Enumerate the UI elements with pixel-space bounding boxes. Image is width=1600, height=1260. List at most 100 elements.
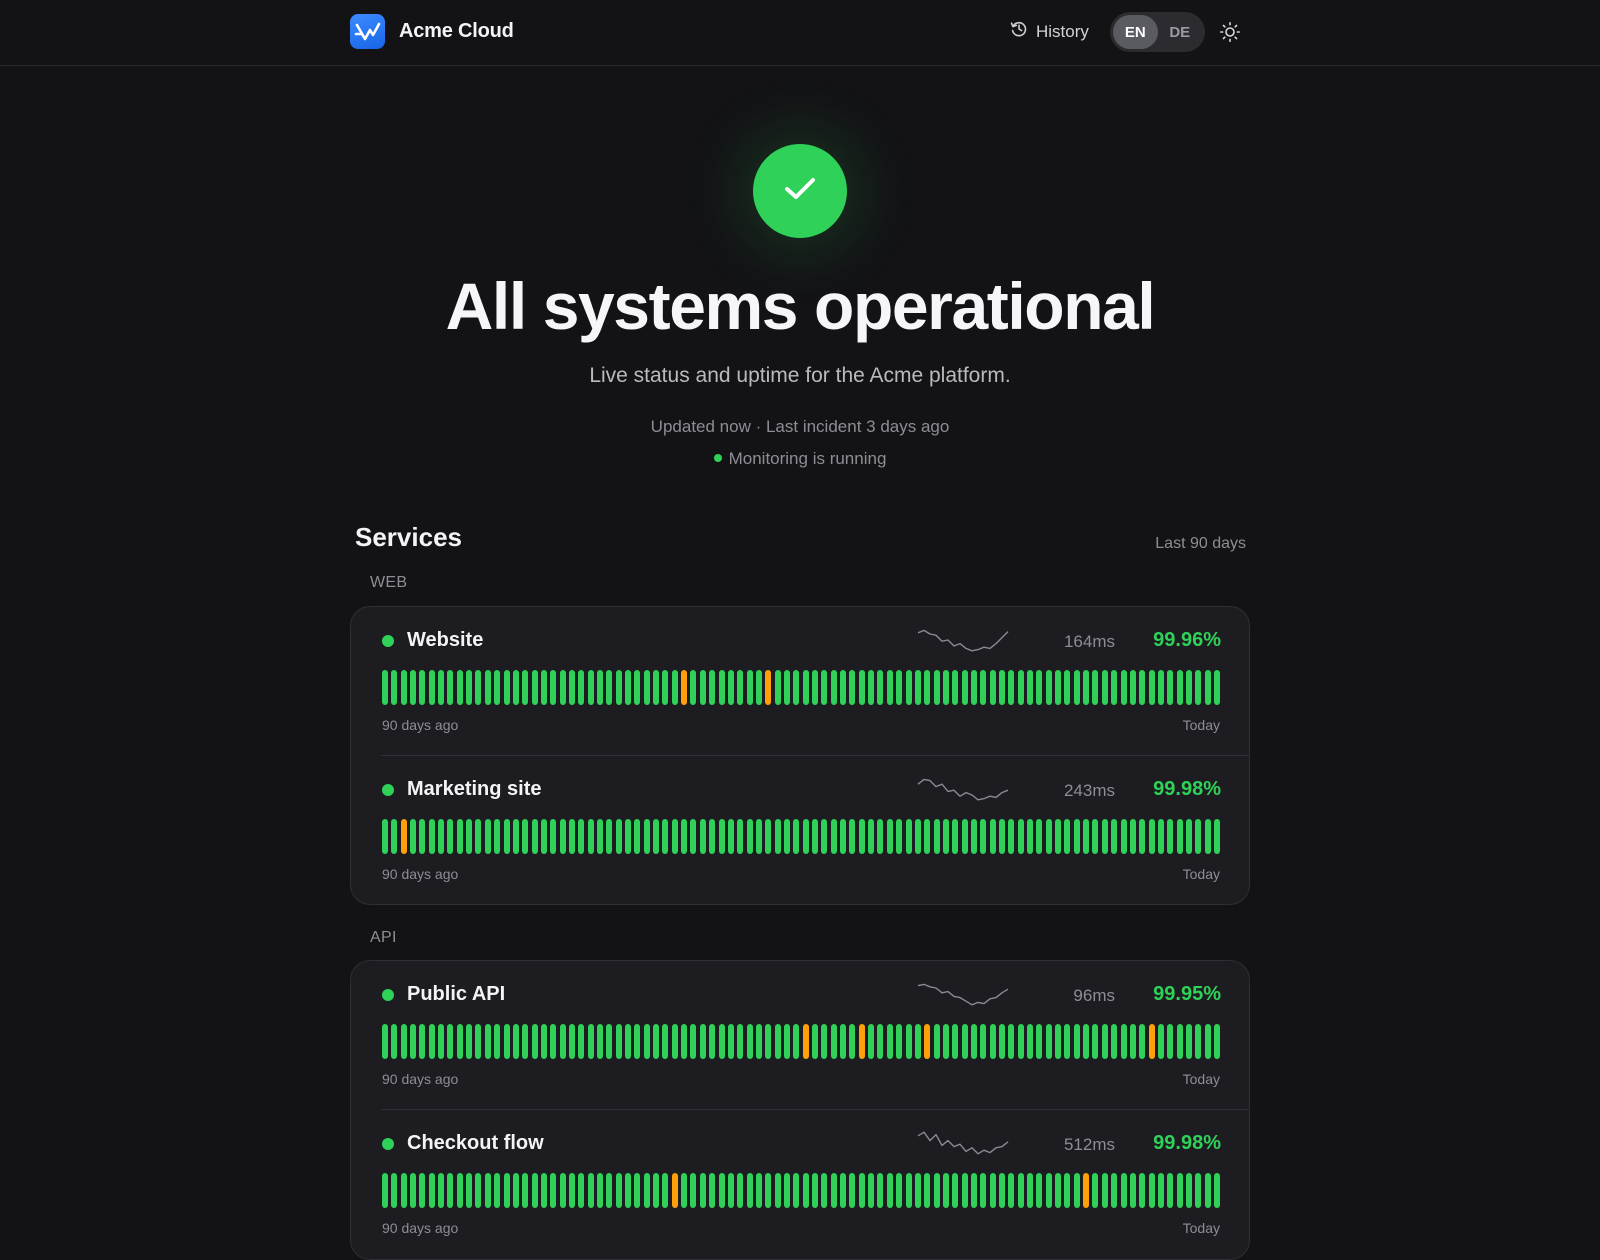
uptime-day-bar[interactable] bbox=[1176, 670, 1183, 705]
uptime-day-bar[interactable] bbox=[849, 670, 856, 705]
uptime-day-bar[interactable] bbox=[690, 670, 697, 705]
uptime-day-bar[interactable] bbox=[1157, 670, 1164, 705]
uptime-day-bar[interactable] bbox=[1008, 670, 1015, 705]
uptime-day-bar[interactable] bbox=[1214, 1173, 1220, 1208]
uptime-day-bar[interactable] bbox=[540, 670, 547, 705]
uptime-day-bar[interactable] bbox=[597, 819, 603, 854]
uptime-day-bar[interactable] bbox=[1036, 1173, 1043, 1208]
uptime-day-bar[interactable] bbox=[1017, 819, 1024, 854]
uptime-day-bar[interactable] bbox=[428, 1173, 435, 1208]
uptime-day-bar[interactable] bbox=[1120, 1173, 1127, 1208]
uptime-day-bar[interactable] bbox=[681, 1173, 688, 1208]
uptime-day-bar[interactable] bbox=[1139, 1024, 1146, 1059]
uptime-day-bar[interactable] bbox=[1083, 819, 1090, 854]
uptime-day-bar[interactable] bbox=[1073, 670, 1080, 705]
uptime-day-bar[interactable] bbox=[840, 670, 847, 705]
uptime-day-bar[interactable] bbox=[793, 1173, 800, 1208]
uptime-day-bar[interactable] bbox=[671, 819, 678, 854]
uptime-day-bar[interactable] bbox=[671, 670, 678, 705]
uptime-day-bar[interactable] bbox=[877, 819, 884, 854]
uptime-day-bar[interactable] bbox=[391, 1024, 398, 1059]
uptime-day-bar[interactable] bbox=[774, 670, 781, 705]
uptime-day-bar[interactable] bbox=[1017, 1173, 1024, 1208]
uptime-day-bar[interactable] bbox=[1148, 1173, 1155, 1208]
uptime-day-bar[interactable] bbox=[1129, 1173, 1136, 1208]
uptime-day-bar[interactable] bbox=[998, 1173, 1005, 1208]
uptime-day-bar[interactable] bbox=[1027, 819, 1034, 854]
uptime-day-bar[interactable] bbox=[821, 1173, 828, 1208]
uptime-day-bar[interactable] bbox=[1157, 1024, 1164, 1059]
uptime-day-bar[interactable] bbox=[812, 1024, 819, 1059]
uptime-day-bar[interactable] bbox=[625, 819, 632, 854]
uptime-day-bar[interactable] bbox=[849, 819, 856, 854]
uptime-day-bar[interactable] bbox=[1092, 670, 1099, 705]
uptime-day-bar[interactable] bbox=[1148, 670, 1155, 705]
uptime-day-bar[interactable] bbox=[1027, 670, 1034, 705]
uptime-day-bar[interactable] bbox=[1185, 670, 1192, 705]
uptime-day-bar[interactable] bbox=[1185, 1173, 1192, 1208]
uptime-day-bar[interactable] bbox=[1204, 670, 1211, 705]
uptime-day-bar[interactable] bbox=[961, 1173, 968, 1208]
uptime-day-bar[interactable] bbox=[438, 1173, 445, 1208]
uptime-day-bar[interactable] bbox=[924, 1024, 931, 1059]
uptime-day-bar[interactable] bbox=[718, 1173, 725, 1208]
uptime-day-bar[interactable] bbox=[643, 1173, 650, 1208]
uptime-day-bar[interactable] bbox=[597, 1173, 603, 1208]
uptime-day-bar[interactable] bbox=[494, 819, 501, 854]
uptime-day-bar[interactable] bbox=[970, 819, 977, 854]
uptime-day-bar[interactable] bbox=[653, 1173, 660, 1208]
uptime-day-bar[interactable] bbox=[662, 1173, 669, 1208]
uptime-day-bar[interactable] bbox=[896, 819, 903, 854]
uptime-day-bar[interactable] bbox=[1214, 1024, 1220, 1059]
uptime-day-bar[interactable] bbox=[494, 670, 501, 705]
uptime-day-bar[interactable] bbox=[905, 819, 912, 854]
uptime-day-bar[interactable] bbox=[765, 670, 772, 705]
uptime-day-bar[interactable] bbox=[1139, 1173, 1146, 1208]
uptime-day-bar[interactable] bbox=[447, 670, 454, 705]
uptime-day-bar[interactable] bbox=[1185, 819, 1192, 854]
uptime-day-bar[interactable] bbox=[783, 819, 790, 854]
service-row[interactable]: Public API 96ms 99.95% 90 days ago Today bbox=[351, 961, 1249, 1109]
uptime-day-bar[interactable] bbox=[840, 1173, 847, 1208]
uptime-day-bar[interactable] bbox=[1204, 819, 1211, 854]
uptime-day-bar[interactable] bbox=[428, 1024, 435, 1059]
uptime-day-bar[interactable] bbox=[456, 1024, 463, 1059]
uptime-day-bar[interactable] bbox=[914, 1173, 921, 1208]
uptime-day-bar[interactable] bbox=[1195, 670, 1202, 705]
uptime-day-bar[interactable] bbox=[830, 670, 837, 705]
uptime-day-bar[interactable] bbox=[568, 1173, 575, 1208]
uptime-day-bar[interactable] bbox=[447, 1173, 454, 1208]
uptime-day-bar[interactable] bbox=[400, 670, 407, 705]
uptime-day-bar[interactable] bbox=[821, 670, 828, 705]
uptime-day-bar[interactable] bbox=[643, 819, 650, 854]
uptime-day-bar[interactable] bbox=[1111, 670, 1118, 705]
uptime-day-bar[interactable] bbox=[1111, 1024, 1118, 1059]
uptime-day-bar[interactable] bbox=[970, 670, 977, 705]
uptime-day-bar[interactable] bbox=[494, 1173, 501, 1208]
uptime-day-bar[interactable] bbox=[559, 819, 566, 854]
uptime-day-bar[interactable] bbox=[1101, 670, 1108, 705]
uptime-day-bar[interactable] bbox=[391, 819, 398, 854]
uptime-day-bar[interactable] bbox=[653, 819, 660, 854]
uptime-day-bar[interactable] bbox=[484, 1173, 491, 1208]
uptime-day-bar[interactable] bbox=[961, 670, 968, 705]
uptime-day-bar[interactable] bbox=[1083, 1024, 1090, 1059]
uptime-day-bar[interactable] bbox=[1064, 1024, 1071, 1059]
uptime-day-bar[interactable] bbox=[933, 1024, 940, 1059]
uptime-day-bar[interactable] bbox=[886, 819, 893, 854]
uptime-day-bar[interactable] bbox=[391, 1173, 398, 1208]
uptime-day-bar[interactable] bbox=[989, 1024, 996, 1059]
uptime-day-bar[interactable] bbox=[1045, 670, 1052, 705]
uptime-day-bar[interactable] bbox=[980, 1024, 987, 1059]
uptime-day-bar[interactable] bbox=[774, 819, 781, 854]
uptime-day-bar[interactable] bbox=[942, 670, 949, 705]
uptime-day-bar[interactable] bbox=[475, 1173, 482, 1208]
uptime-day-bar[interactable] bbox=[428, 819, 435, 854]
uptime-day-bar[interactable] bbox=[998, 670, 1005, 705]
uptime-day-bar[interactable] bbox=[905, 1024, 912, 1059]
uptime-day-bar[interactable] bbox=[737, 670, 744, 705]
uptime-day-bar[interactable] bbox=[653, 670, 660, 705]
service-row[interactable]: Website 164ms 99.96% 90 days ago Today bbox=[351, 607, 1249, 755]
uptime-day-bar[interactable] bbox=[625, 670, 632, 705]
uptime-day-bar[interactable] bbox=[1083, 1173, 1090, 1208]
